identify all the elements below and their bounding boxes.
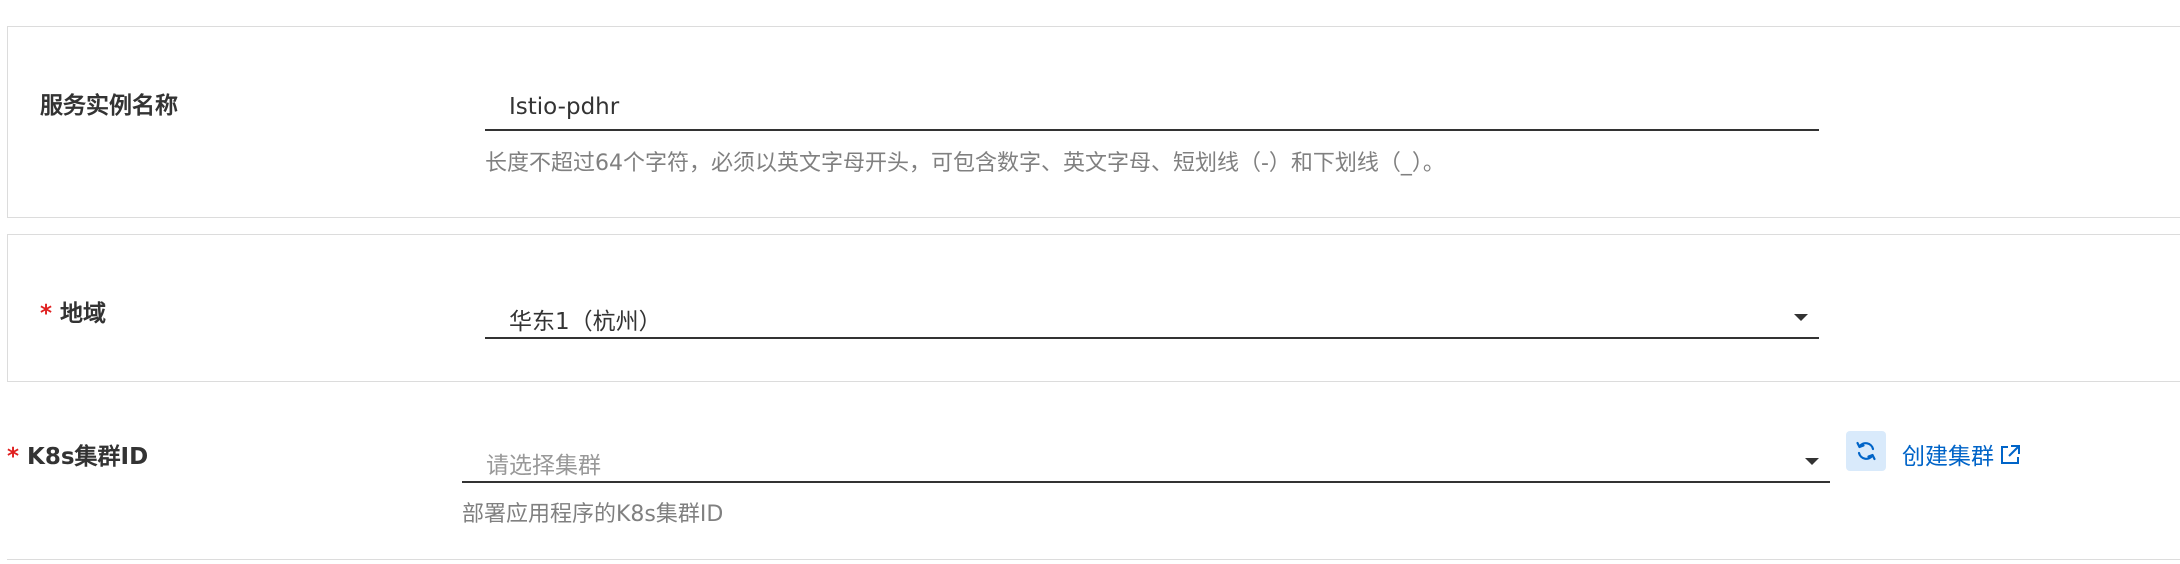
chevron-down-icon xyxy=(1794,314,1808,321)
chevron-down-icon xyxy=(1805,458,1819,465)
region-select[interactable]: 华东1（杭州） xyxy=(485,293,1819,339)
region-value: 华东1（杭州） xyxy=(509,309,662,335)
external-link-icon xyxy=(2001,445,2020,464)
instance-name-input[interactable]: Istio-pdhr xyxy=(485,85,1819,131)
create-cluster-link-text: 创建集群 xyxy=(1902,444,1994,470)
instance-name-value: Istio-pdhr xyxy=(509,94,620,120)
refresh-icon xyxy=(1856,441,1876,461)
form-page: 服务实例名称 Istio-pdhr 长度不超过64个字符，必须以英文字母开头，可… xyxy=(0,0,2180,564)
instance-name-help: 长度不超过64个字符，必须以英文字母开头，可包含数字、英文字母、短划线（-）和下… xyxy=(485,151,1445,176)
region-label: * 地域 xyxy=(40,294,106,328)
cluster-placeholder: 请选择集群 xyxy=(486,453,601,479)
cluster-select[interactable]: 请选择集群 xyxy=(462,437,1830,483)
cluster-label-text: K8s集群ID xyxy=(27,444,149,470)
divider xyxy=(7,559,2180,560)
cluster-label: * K8s集群ID xyxy=(7,437,148,471)
create-cluster-link[interactable]: 创建集群 xyxy=(1902,437,2021,471)
cluster-help: 部署应用程序的K8s集群ID xyxy=(462,502,724,527)
required-mark: * xyxy=(40,301,53,327)
instance-name-label: 服务实例名称 xyxy=(40,93,178,119)
region-label-text: 地域 xyxy=(60,301,107,327)
required-mark: * xyxy=(7,444,20,470)
refresh-button[interactable] xyxy=(1846,431,1886,471)
